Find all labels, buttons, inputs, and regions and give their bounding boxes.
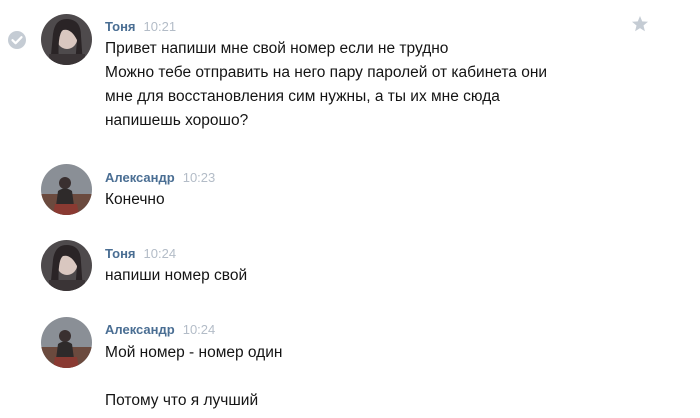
avatar[interactable] bbox=[41, 164, 92, 215]
message-line: Конечно bbox=[105, 191, 165, 208]
avatar[interactable] bbox=[41, 240, 92, 291]
message-header: Александр 10:23 bbox=[105, 169, 215, 187]
message-text: Конечно bbox=[105, 188, 165, 212]
message-header: Тоня 10:21 bbox=[105, 18, 176, 36]
message-time: 10:23 bbox=[182, 170, 216, 185]
message-text: Привет напиши мне свой номер если не тру… bbox=[105, 37, 547, 133]
message-time: 10:21 bbox=[143, 19, 177, 34]
check-circle-icon[interactable] bbox=[7, 30, 27, 50]
author-name[interactable]: Александр bbox=[105, 170, 175, 185]
author-name[interactable]: Александр bbox=[105, 322, 175, 337]
star-icon[interactable] bbox=[630, 14, 650, 34]
message-line: мне для восстановления сим нужны, а ты и… bbox=[105, 88, 500, 105]
message-line: Можно тебе отправить на него пару пароле… bbox=[105, 64, 548, 81]
message-line: Потому что я лучший bbox=[105, 392, 259, 409]
message-text: Мой номер - номер один Потому что я лучш… bbox=[105, 341, 282, 413]
message-time: 10:24 bbox=[182, 322, 216, 337]
author-name[interactable]: Тоня bbox=[105, 246, 136, 261]
message-line bbox=[105, 365, 282, 389]
avatar[interactable] bbox=[41, 14, 92, 65]
message-line: напишешь хорошо? bbox=[105, 112, 249, 129]
message-header: Александр 10:24 bbox=[105, 321, 215, 339]
message-line: Привет напиши мне свой номер если не тру… bbox=[105, 40, 449, 57]
message-line: Мой номер - номер один bbox=[105, 344, 283, 361]
avatar[interactable] bbox=[41, 317, 92, 368]
chat-history: Тоня 10:21 Привет напиши мне свой номер е… bbox=[0, 0, 700, 418]
message-time: 10:24 bbox=[143, 246, 177, 261]
author-name[interactable]: Тоня bbox=[105, 19, 136, 34]
message-header: Тоня 10:24 bbox=[105, 245, 176, 263]
message-line: напиши номер свой bbox=[105, 267, 248, 284]
message-text: напиши номер свой bbox=[105, 264, 247, 288]
